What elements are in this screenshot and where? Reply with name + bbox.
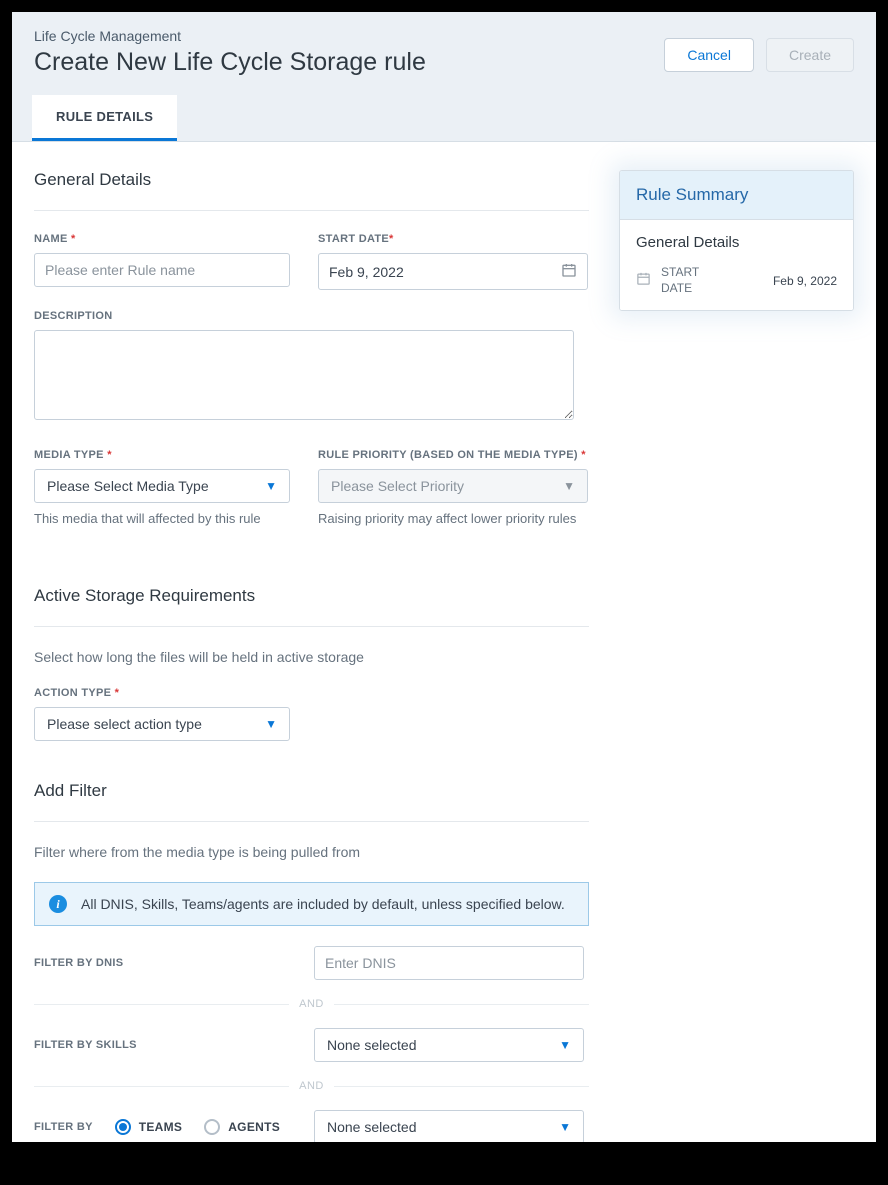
media-type-placeholder: Please Select Media Type xyxy=(47,478,209,494)
calendar-icon xyxy=(636,271,651,290)
filter-by-select[interactable]: None selected ▼ xyxy=(314,1110,584,1142)
section-general-title: General Details xyxy=(34,170,589,190)
action-type-placeholder: Please select action type xyxy=(47,716,202,732)
cancel-button[interactable]: Cancel xyxy=(664,38,754,72)
breadcrumb: Life Cycle Management xyxy=(34,28,664,44)
section-filter-title: Add Filter xyxy=(34,781,589,801)
filter-subtext: Filter where from the media type is bein… xyxy=(34,844,589,860)
action-type-label: ACTION TYPE * xyxy=(34,687,290,699)
start-date-label: START DATE* xyxy=(318,233,588,245)
filter-skills-placeholder: None selected xyxy=(327,1037,417,1053)
section-storage-title: Active Storage Requirements xyxy=(34,586,589,606)
info-icon: i xyxy=(49,895,67,913)
chevron-down-icon: ▼ xyxy=(265,479,277,493)
summary-start-value: Feb 9, 2022 xyxy=(773,274,837,288)
filter-dnis-input[interactable] xyxy=(314,946,584,980)
info-banner: i All DNIS, Skills, Teams/agents are inc… xyxy=(34,882,589,926)
description-textarea[interactable] xyxy=(34,330,574,420)
chevron-down-icon: ▼ xyxy=(559,1120,571,1134)
media-type-label: MEDIA TYPE * xyxy=(34,449,290,461)
divider xyxy=(34,821,589,822)
media-type-select[interactable]: Please Select Media Type ▼ xyxy=(34,469,290,503)
action-type-select[interactable]: Please select action type ▼ xyxy=(34,707,290,741)
divider xyxy=(34,626,589,627)
summary-start-date-row: START DATE Feb 9, 2022 xyxy=(636,265,837,296)
chevron-down-icon: ▼ xyxy=(265,717,277,731)
radio-teams[interactable]: TEAMS xyxy=(115,1119,183,1135)
radio-agents[interactable]: AGENTS xyxy=(204,1119,280,1135)
divider xyxy=(34,210,589,211)
summary-title: Rule Summary xyxy=(636,185,837,205)
priority-select[interactable]: Please Select Priority ▼ xyxy=(318,469,588,503)
chevron-down-icon: ▼ xyxy=(559,1038,571,1052)
calendar-icon xyxy=(561,262,577,281)
summary-start-label: START DATE xyxy=(661,265,713,296)
tab-rule-details[interactable]: RULE DETAILS xyxy=(32,95,177,141)
summary-section-title: General Details xyxy=(636,234,837,251)
media-type-helper: This media that will affected by this ru… xyxy=(34,511,290,526)
start-date-input[interactable]: Feb 9, 2022 xyxy=(318,253,588,290)
tabs-bar: RULE DETAILS xyxy=(12,95,876,142)
page-header: Life Cycle Management Create New Life Cy… xyxy=(12,12,876,95)
storage-subtext: Select how long the files will be held i… xyxy=(34,649,589,665)
name-label: NAME * xyxy=(34,233,290,245)
filter-skills-label: FILTER BY SKILLS xyxy=(34,1039,284,1051)
filter-skills-select[interactable]: None selected ▼ xyxy=(314,1028,584,1062)
rule-summary-panel: Rule Summary General Details START DATE … xyxy=(619,170,854,311)
info-text: All DNIS, Skills, Teams/agents are inclu… xyxy=(81,896,565,912)
priority-helper: Raising priority may affect lower priori… xyxy=(318,511,588,526)
priority-label: RULE PRIORITY (BASED ON THE MEDIA TYPE) … xyxy=(318,449,588,461)
filter-by-label: FILTER BY xyxy=(34,1121,93,1133)
chevron-down-icon: ▼ xyxy=(563,479,575,493)
filter-and-separator: AND xyxy=(34,1080,589,1092)
description-label: DESCRIPTION xyxy=(34,310,589,322)
filter-by-placeholder: None selected xyxy=(327,1119,417,1135)
start-date-value: Feb 9, 2022 xyxy=(329,264,561,280)
page-title: Create New Life Cycle Storage rule xyxy=(34,48,664,77)
filter-dnis-label: FILTER BY DNIS xyxy=(34,957,284,969)
priority-placeholder: Please Select Priority xyxy=(331,478,464,494)
create-button[interactable]: Create xyxy=(766,38,854,72)
name-input[interactable] xyxy=(34,253,290,287)
filter-and-separator: AND xyxy=(34,998,589,1010)
